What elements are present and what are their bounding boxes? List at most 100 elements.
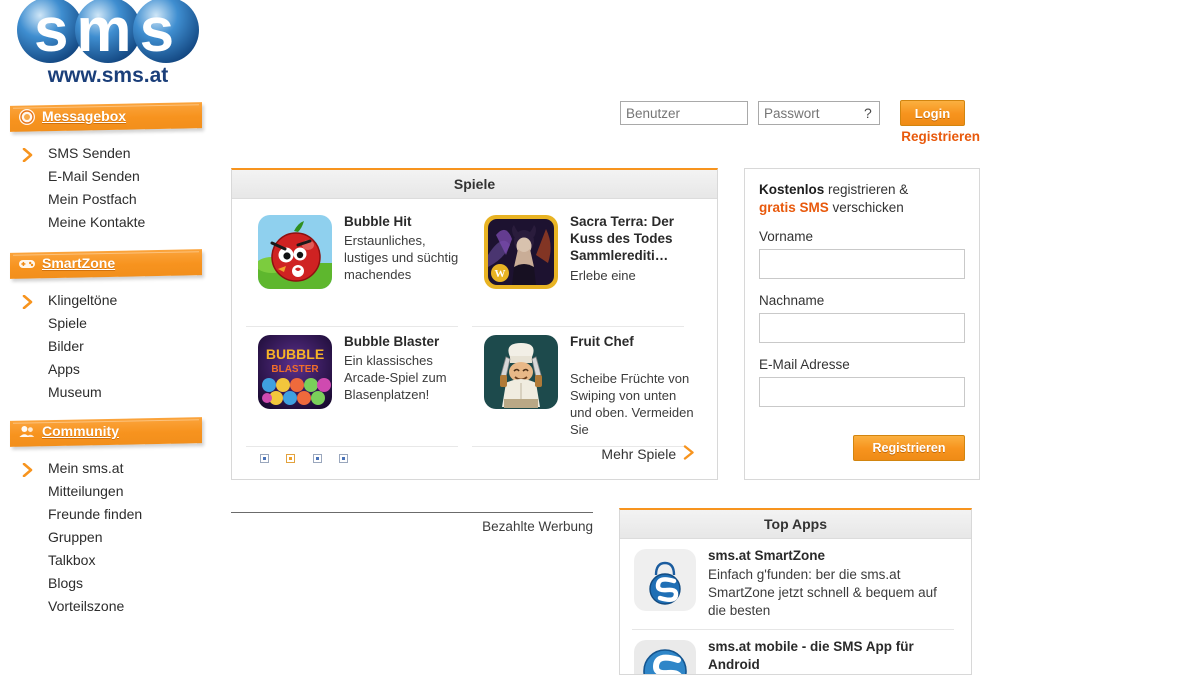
sidebar-item-klingeltoene[interactable]: Klingeltöne bbox=[0, 289, 225, 312]
username-input[interactable] bbox=[620, 101, 748, 125]
register-submit-button[interactable]: Registrieren bbox=[853, 435, 965, 461]
sidebar-item-email-senden[interactable]: E-Mail Senden bbox=[0, 165, 225, 188]
app-description: Einfach g'funden: ber die sms.at SmartZo… bbox=[708, 567, 937, 618]
sms-mobile-icon bbox=[634, 640, 696, 674]
svg-text:sms: sms bbox=[34, 0, 182, 65]
nachname-label: Nachname bbox=[759, 293, 825, 308]
headline-tail: verschicken bbox=[828, 200, 904, 215]
game-card[interactable]: Bubble Hit Erstaunliches, lustiges und s… bbox=[246, 207, 472, 327]
sidebar-item-bilder[interactable]: Bilder bbox=[0, 335, 225, 358]
game-card[interactable]: W Sacra Terra: Der Kuss des Todes Sammle… bbox=[472, 207, 698, 327]
sidebar-item-museum[interactable]: Museum bbox=[0, 381, 225, 404]
password-input[interactable] bbox=[758, 101, 880, 125]
game-description: Ein klassisches Arcade-Spiel zum Blasenp… bbox=[344, 353, 447, 402]
svg-text:BUBBLE: BUBBLE bbox=[266, 346, 324, 362]
svg-text:BLASTER: BLASTER bbox=[271, 364, 319, 375]
pagination-dot-4[interactable] bbox=[339, 454, 349, 463]
app-list-item[interactable]: sms.at mobile - die SMS App für Android bbox=[620, 630, 971, 674]
messagebox-icon bbox=[18, 108, 36, 126]
app-list-item[interactable]: sms.at SmartZone Einfach g'funden: ber d… bbox=[620, 539, 971, 630]
sidebar-menu-community: Mein sms.at Mitteilungen Freunde finden … bbox=[0, 457, 225, 618]
sidebar-item-mein-postfach[interactable]: Mein Postfach bbox=[0, 188, 225, 211]
game-description: Scheibe Früchte von Swiping von unten un… bbox=[570, 371, 694, 437]
game-title: Sacra Terra: Der Kuss des Todes Sammlere… bbox=[570, 214, 675, 263]
sidebar-item-mein-sms-at[interactable]: Mein sms.at bbox=[0, 457, 225, 480]
app-title: sms.at SmartZone bbox=[708, 548, 826, 563]
sacra-terra-thumb: W bbox=[484, 215, 558, 289]
sidebar-item-label: Talkbox bbox=[48, 552, 96, 568]
sidebar-header-messagebox[interactable]: Messagebox bbox=[10, 102, 202, 132]
chevron-right-icon bbox=[683, 445, 695, 463]
sidebar-item-blogs[interactable]: Blogs bbox=[0, 572, 225, 595]
fruit-chef-thumb bbox=[484, 335, 558, 409]
more-games-label: Mehr Spiele bbox=[601, 446, 677, 462]
sidebar-item-label: Mein sms.at bbox=[48, 460, 124, 476]
carousel-pagination bbox=[260, 450, 361, 468]
sidebar-header-label: Community bbox=[42, 423, 119, 439]
sidebar-item-label: Bilder bbox=[48, 338, 84, 354]
game-title: Bubble Blaster bbox=[344, 334, 440, 349]
registration-form: Kostenlos registrieren & gratis SMS vers… bbox=[745, 169, 979, 433]
game-description: Erstaunliches, lustiges und süchtig mach… bbox=[344, 233, 459, 282]
sidebar-item-mitteilungen[interactable]: Mitteilungen bbox=[0, 480, 225, 503]
sidebar-item-label: Meine Kontakte bbox=[48, 214, 146, 230]
headline-rest: registrieren & bbox=[824, 182, 909, 197]
games-panel: Spiele Bubble Hit Erstaunliches, lustige… bbox=[231, 168, 718, 480]
login-bar: ? Login Registrieren bbox=[620, 100, 980, 149]
sidebar-item-label: Vorteilszone bbox=[48, 598, 125, 614]
sidebar-menu-smartzone: Klingeltöne Spiele Bilder Apps Museum bbox=[0, 289, 225, 404]
smartzone-bag-icon bbox=[634, 549, 696, 611]
bubble-hit-thumb bbox=[258, 215, 332, 289]
page-root: sms www.sms.at Messagebox SMS Senden E-M… bbox=[0, 0, 1200, 675]
pagination-dot-2[interactable] bbox=[286, 454, 296, 463]
sidebar-header-smartzone[interactable]: SmartZone bbox=[10, 249, 202, 279]
sidebar-item-meine-kontakte[interactable]: Meine Kontakte bbox=[0, 211, 225, 234]
nachname-input[interactable] bbox=[759, 313, 965, 343]
chevron-right-icon bbox=[22, 293, 34, 310]
sidebar-item-vorteilszone[interactable]: Vorteilszone bbox=[0, 595, 225, 618]
login-button[interactable]: Login bbox=[900, 100, 965, 126]
chevron-right-icon bbox=[22, 461, 34, 478]
sidebar-item-label: Blogs bbox=[48, 575, 84, 591]
sidebar-header-community[interactable]: Community bbox=[10, 417, 202, 447]
sidebar-item-label: Klingeltöne bbox=[48, 292, 118, 308]
site-logo[interactable]: sms www.sms.at bbox=[8, 0, 208, 89]
email-input[interactable] bbox=[759, 377, 965, 407]
registration-headline: Kostenlos registrieren & gratis SMS vers… bbox=[759, 181, 965, 217]
register-link[interactable]: Registrieren bbox=[876, 129, 980, 144]
svg-text:www.sms.at: www.sms.at bbox=[47, 64, 169, 87]
sidebar-menu-messagebox: SMS Senden E-Mail Senden Mein Postfach M… bbox=[0, 142, 225, 234]
vorname-input[interactable] bbox=[759, 249, 965, 279]
headline-bold: Kostenlos bbox=[759, 182, 825, 197]
sidebar: sms www.sms.at Messagebox SMS Senden E-M… bbox=[0, 0, 225, 675]
pagination-dot-3[interactable] bbox=[312, 454, 322, 463]
chevron-right-icon bbox=[22, 146, 34, 163]
paid-advertising-area: Bezahlte Werbung bbox=[231, 505, 593, 545]
top-apps-title: Top Apps bbox=[620, 510, 971, 539]
gamepad-icon bbox=[18, 255, 36, 273]
more-games-link[interactable]: Mehr Spiele bbox=[601, 445, 695, 463]
pagination-dot-1[interactable] bbox=[260, 454, 269, 463]
sidebar-item-gruppen[interactable]: Gruppen bbox=[0, 526, 225, 549]
password-help-icon[interactable]: ? bbox=[864, 105, 872, 121]
game-card[interactable]: BUBBLE BLASTER Bubble Blaster Ein klassi… bbox=[246, 327, 472, 447]
paid-advertising-label: Bezahlte Werbung bbox=[482, 519, 593, 534]
sidebar-item-sms-senden[interactable]: SMS Senden bbox=[0, 142, 225, 165]
game-title: Fruit Chef bbox=[570, 334, 634, 349]
sidebar-item-talkbox[interactable]: Talkbox bbox=[0, 549, 225, 572]
bubble-blaster-thumb: BUBBLE BLASTER bbox=[258, 335, 332, 409]
sidebar-item-label: Mein Postfach bbox=[48, 191, 137, 207]
game-title: Bubble Hit bbox=[344, 214, 412, 229]
games-grid: Bubble Hit Erstaunliches, lustiges und s… bbox=[232, 199, 717, 447]
registration-box: Kostenlos registrieren & gratis SMS vers… bbox=[744, 168, 980, 480]
sidebar-item-apps[interactable]: Apps bbox=[0, 358, 225, 381]
email-label: E-Mail Adresse bbox=[759, 357, 850, 372]
sidebar-item-label: SMS Senden bbox=[48, 145, 131, 161]
sidebar-group-messagebox: Messagebox SMS Senden E-Mail Senden Mein… bbox=[0, 102, 225, 234]
sidebar-item-freunde-finden[interactable]: Freunde finden bbox=[0, 503, 225, 526]
sidebar-item-label: E-Mail Senden bbox=[48, 168, 140, 184]
sidebar-item-spiele[interactable]: Spiele bbox=[0, 312, 225, 335]
headline-accent: gratis SMS bbox=[759, 200, 829, 215]
game-card[interactable]: Fruit Chef Scheibe Früchte von Swiping v… bbox=[472, 327, 698, 447]
sidebar-item-label: Gruppen bbox=[48, 529, 103, 545]
